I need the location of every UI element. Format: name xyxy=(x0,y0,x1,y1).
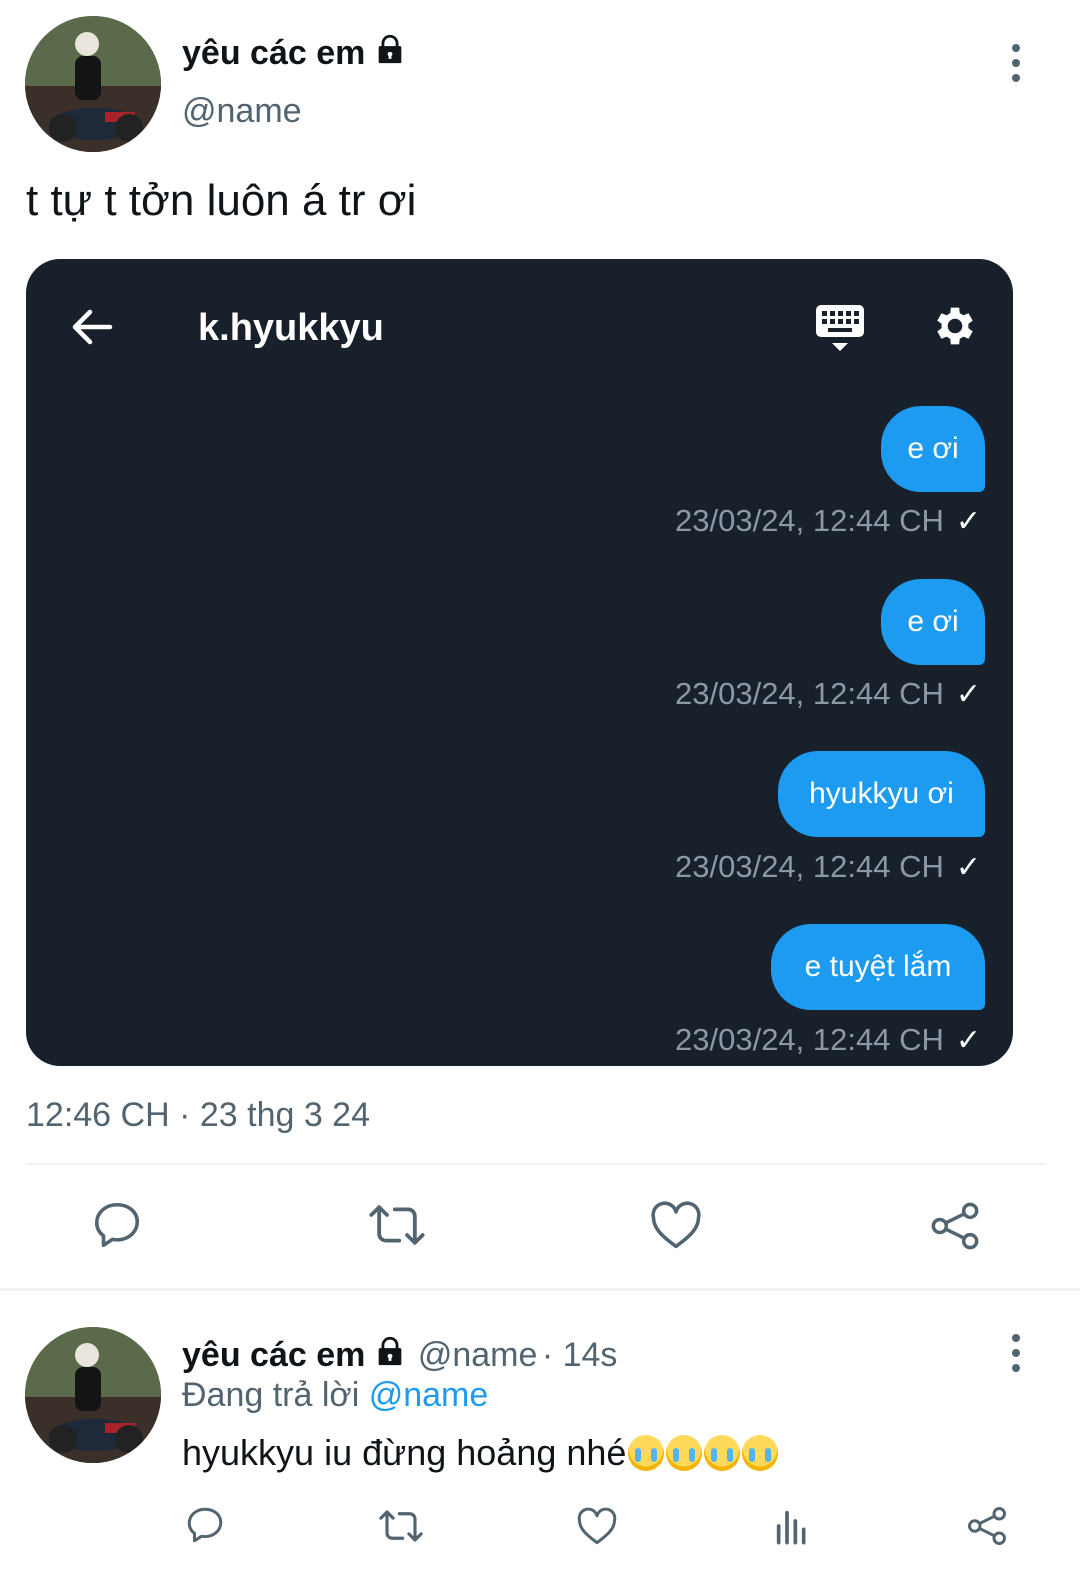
divider xyxy=(26,1163,1046,1165)
tweet-timestamp[interactable]: 12:46 CH · 23 thg 3 24 xyxy=(26,1096,370,1135)
replying-mention[interactable]: @name xyxy=(369,1376,489,1414)
message-timestamp: 23/03/24, 12:44 CH ✓ xyxy=(675,676,981,711)
check-icon: ✓ xyxy=(955,851,981,884)
dm-title: k.hyukkyu xyxy=(198,307,384,349)
message-timestamp: 23/03/24, 12:44 CH ✓ xyxy=(675,849,981,884)
message-bubble[interactable]: e ơi xyxy=(881,406,985,492)
message-bubble[interactable]: e ơi xyxy=(881,579,985,665)
keyboard-icon xyxy=(814,303,866,360)
reply-author-name[interactable]: yêu các em xyxy=(182,1336,365,1374)
more-icon[interactable] xyxy=(1012,44,1024,89)
analytics-icon[interactable] xyxy=(772,1506,812,1546)
reply-time: · 14s xyxy=(541,1336,618,1374)
reply-author-handle[interactable]: @name xyxy=(418,1336,538,1374)
section-divider xyxy=(0,1288,1080,1291)
share-icon[interactable] xyxy=(966,1505,1008,1547)
share-icon[interactable] xyxy=(929,1200,981,1252)
reply-text: hyukkyu iu đừng hoảng nhé xyxy=(182,1432,627,1473)
crying-emoji xyxy=(704,1435,741,1471)
reply-author-avatar[interactable] xyxy=(25,1327,161,1463)
check-icon: ✓ xyxy=(955,505,981,538)
reply-icon[interactable] xyxy=(184,1504,226,1546)
crying-emoji xyxy=(666,1435,703,1471)
dm-screenshot-card[interactable]: k.hyukkyu e ơi 23/03/24, 12:44 CH ✓ e ơi … xyxy=(26,259,1013,1066)
reply-text-row: hyukkyu iu đừng hoảng nhé xyxy=(182,1432,779,1474)
message-timestamp: 23/03/24, 12:44 CH ✓ xyxy=(675,1022,981,1057)
tweet-text: t tự t tởn luôn á tr ơi xyxy=(26,176,417,225)
check-icon: ✓ xyxy=(955,1024,981,1057)
check-icon: ✓ xyxy=(955,678,981,711)
author-name[interactable]: yêu các em xyxy=(182,34,365,72)
message-bubble[interactable]: hyukkyu ơi xyxy=(778,751,985,837)
retweet-icon[interactable] xyxy=(368,1198,426,1252)
crying-emoji xyxy=(628,1435,665,1471)
author-handle[interactable]: @name xyxy=(182,92,302,131)
lock-icon xyxy=(373,32,407,75)
back-arrow-icon xyxy=(70,307,114,352)
message-bubble[interactable]: e tuyệt lắm xyxy=(771,924,985,1010)
lock-icon xyxy=(373,1334,407,1373)
message-timestamp: 23/03/24, 12:44 CH ✓ xyxy=(675,503,981,538)
like-icon[interactable] xyxy=(649,1199,703,1251)
author-avatar[interactable] xyxy=(25,16,161,152)
replying-to: Đang trả lời @name xyxy=(182,1376,489,1414)
reply-icon[interactable] xyxy=(90,1198,144,1252)
retweet-icon[interactable] xyxy=(378,1505,424,1547)
gear-icon xyxy=(930,301,980,356)
reply-more-icon[interactable] xyxy=(1012,1334,1024,1379)
crying-emoji xyxy=(742,1435,779,1471)
like-icon[interactable] xyxy=(576,1506,618,1546)
